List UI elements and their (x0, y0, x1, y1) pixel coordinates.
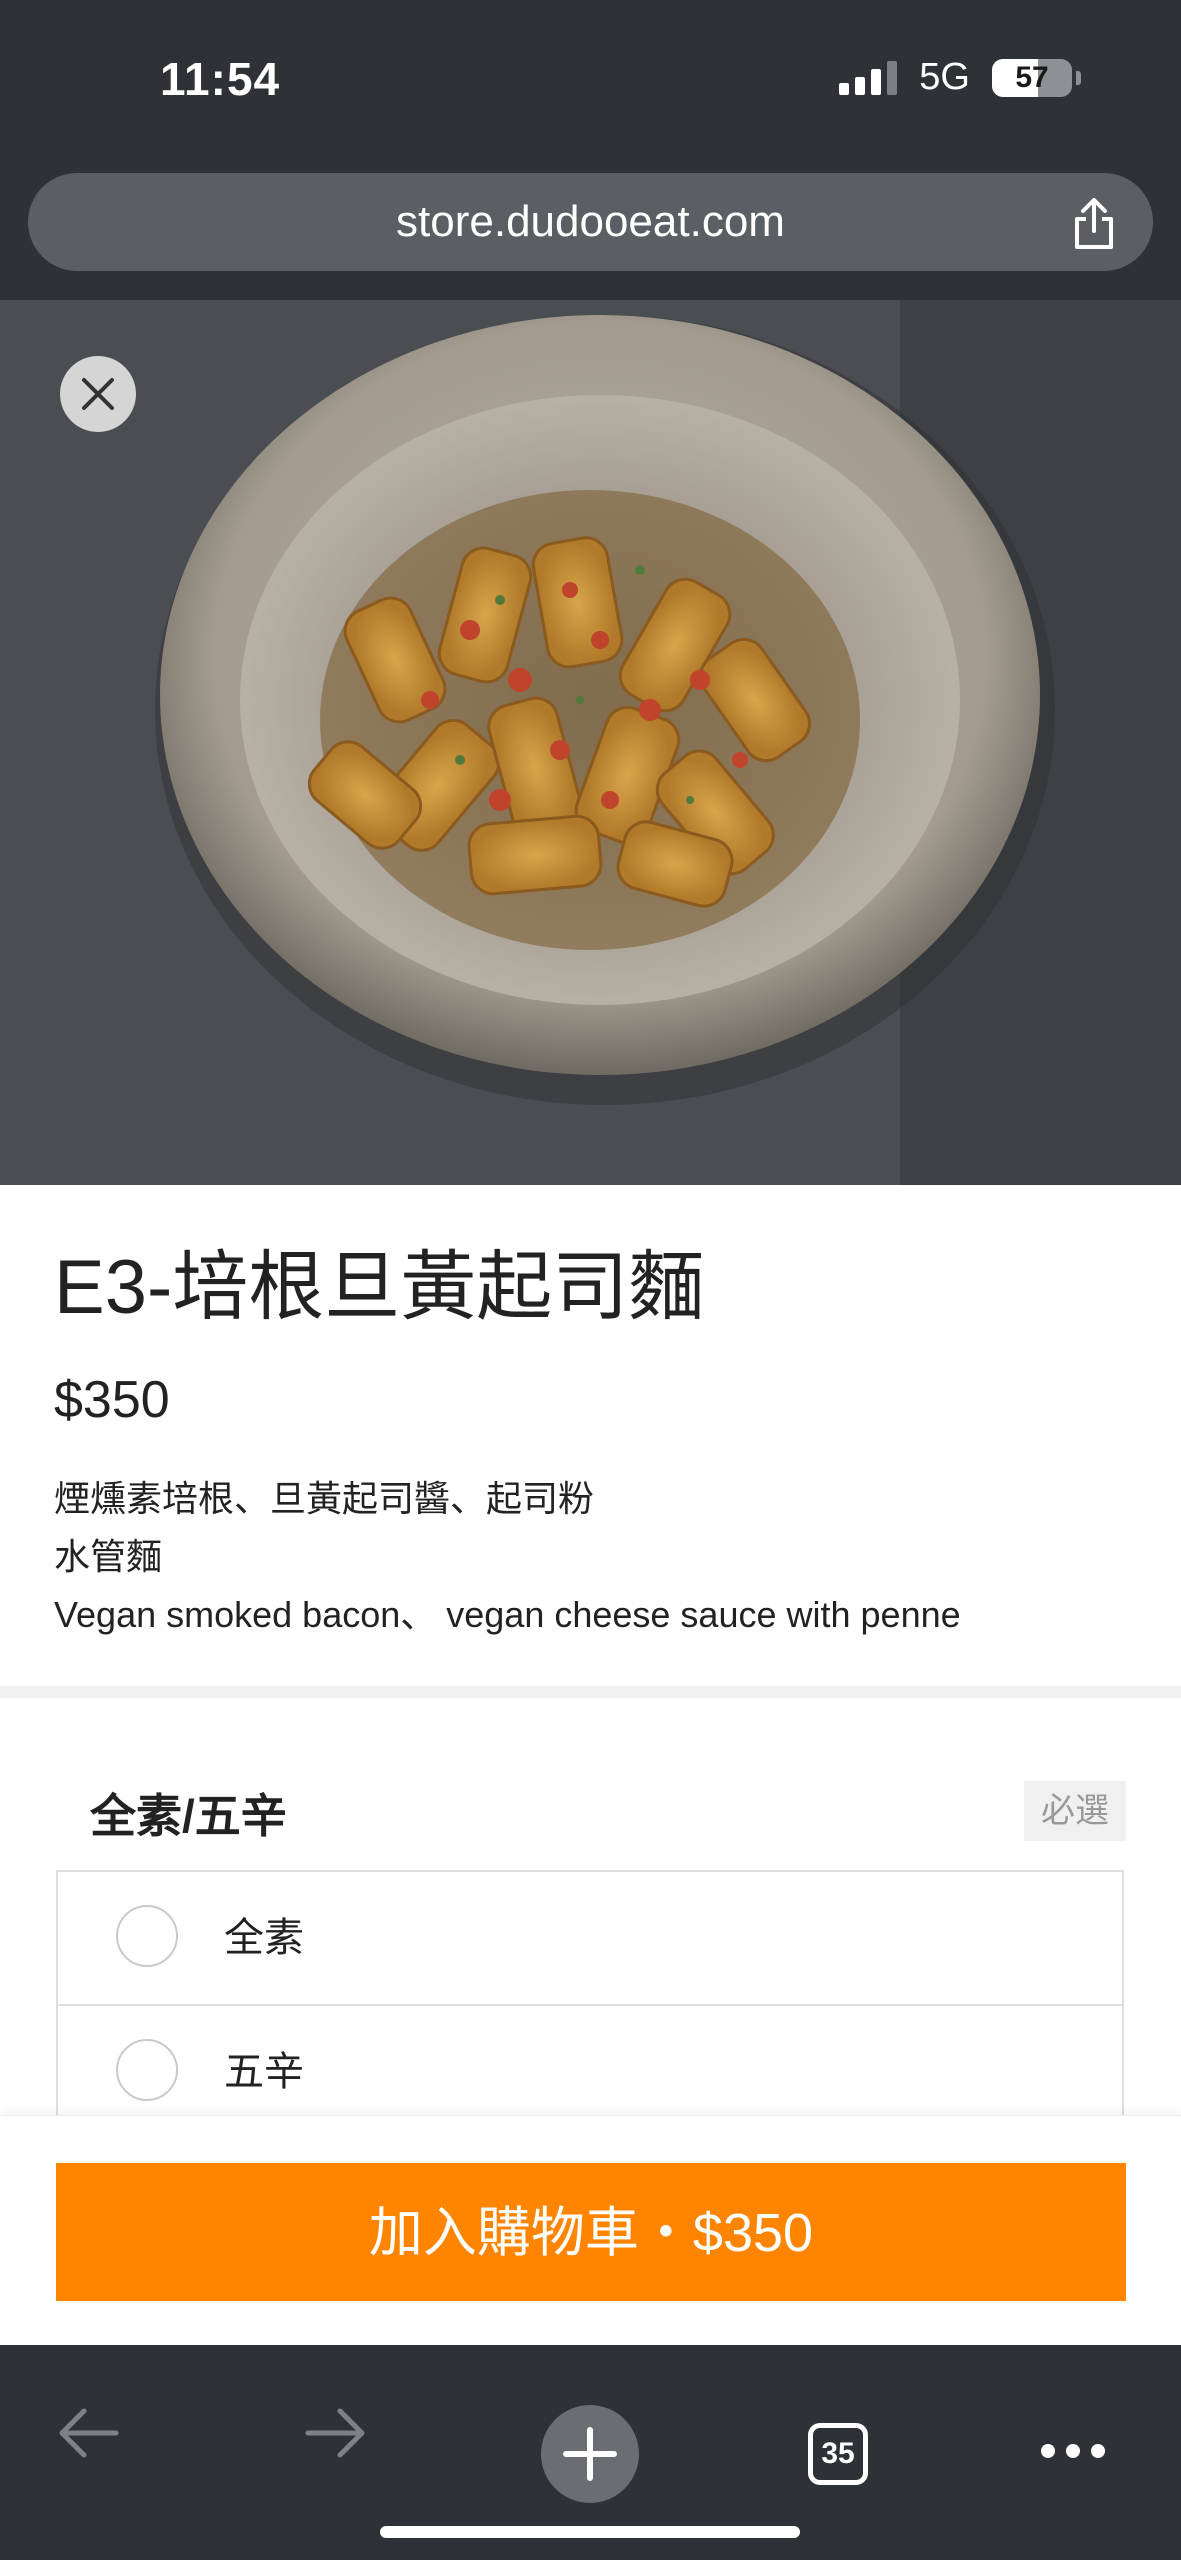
radio-button[interactable] (116, 2039, 178, 2101)
cellular-signal-icon (839, 60, 898, 95)
battery-tip (1076, 70, 1081, 85)
section-divider (0, 1686, 1181, 1698)
address-bar[interactable]: store.dudooeat.com (28, 173, 1153, 271)
required-badge: 必選 (1024, 1781, 1126, 1841)
close-icon (82, 378, 114, 410)
close-button[interactable] (60, 356, 136, 432)
new-tab-plus-icon (563, 2427, 617, 2481)
product-title: E3-培根旦黃起司麵 (54, 1245, 705, 1330)
home-indicator (380, 2526, 800, 2538)
description-line: 水管麵 (54, 1536, 163, 1577)
status-indicators: 5G 57 (839, 56, 1081, 99)
product-image (0, 300, 1181, 1185)
forward-arrow-icon[interactable] (304, 2405, 370, 2466)
product-description: 煙燻素培根、旦黃起司醬、起司粉 水管麵 Vegan smoked bacon、 … (54, 1470, 961, 1644)
network-type: 5G (919, 56, 970, 98)
tabs-icon[interactable]: 35 (808, 2423, 868, 2485)
add-to-cart-button[interactable]: 加入購物車‧$350 (56, 2163, 1126, 2301)
option-group-title: 全素/五辛 (90, 1790, 287, 1842)
battery-level: 57 (1015, 60, 1049, 94)
more-icon[interactable] (1040, 2443, 1106, 2464)
option-row-vegan[interactable]: 全素 (56, 1870, 1124, 2006)
new-tab-button[interactable] (541, 2405, 639, 2503)
description-line: 煙燻素培根、旦黃起司醬、起司粉 (54, 1478, 595, 1519)
share-icon[interactable] (1069, 197, 1119, 251)
radio-button[interactable] (116, 1905, 178, 1967)
url-text[interactable]: store.dudooeat.com (28, 173, 1153, 271)
tab-count: 35 (821, 2437, 855, 2470)
option-label: 全素 (224, 1916, 304, 1960)
back-arrow-icon[interactable] (54, 2405, 120, 2466)
product-price: $350 (54, 1371, 170, 1429)
description-line: Vegan smoked bacon、 vegan cheese sauce w… (54, 1594, 961, 1635)
status-time: 11:54 (160, 53, 281, 105)
battery-icon: 57 (992, 58, 1072, 97)
option-list: 全素 五辛 (56, 1870, 1124, 2140)
